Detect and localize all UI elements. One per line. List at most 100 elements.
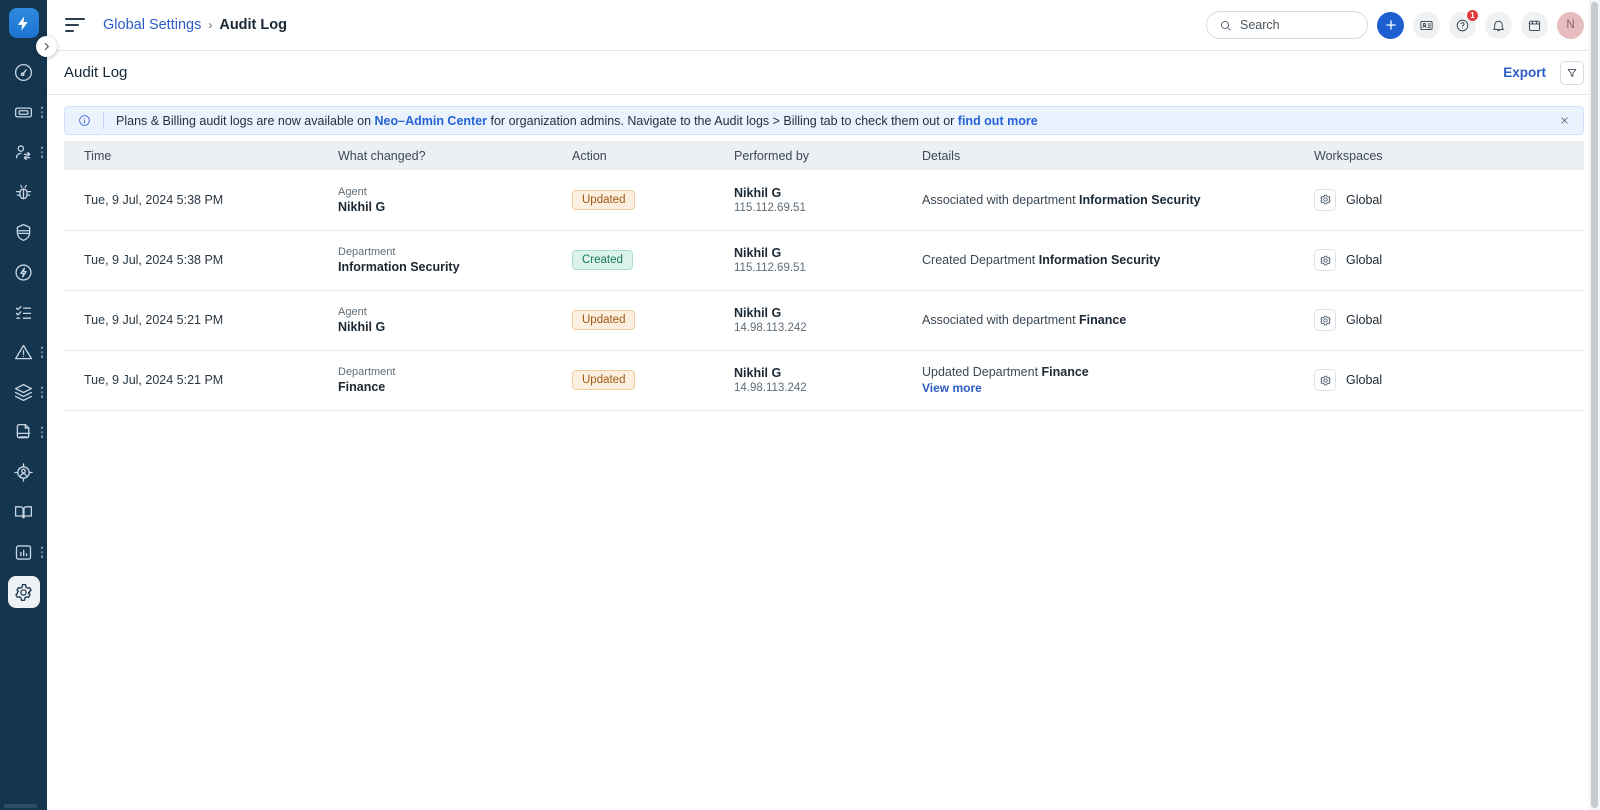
notifications-button[interactable] [1485, 11, 1512, 39]
sidebar-item-contacts[interactable] [0, 132, 47, 172]
left-sidebar [0, 0, 47, 810]
banner-find-out-more-link[interactable]: find out more [958, 114, 1038, 128]
page-content: Plans & Billing audit logs are now avail… [47, 95, 1600, 810]
sidebar-item-admin-settings[interactable] [0, 572, 47, 612]
sidebar-item-tickets[interactable] [0, 92, 47, 132]
top-bar: Global Settings › Audit Log Search 1 N [47, 0, 1600, 51]
cell-performed-by: Nikhil G 115.112.69.51 [728, 170, 916, 231]
column-header-workspaces[interactable]: Workspaces [1308, 141, 1584, 170]
cell-workspace: Global [1308, 230, 1584, 291]
sidebar-item-solutions[interactable] [0, 492, 47, 532]
page-scrollbar[interactable] [1589, 0, 1600, 810]
column-header-action[interactable]: Action [566, 141, 728, 170]
cell-details: Associated with department Information S… [916, 170, 1308, 231]
details-prefix: Created Department [922, 253, 1039, 267]
table-row[interactable]: Tue, 9 Jul, 2024 5:21 PM Agent Nikhil G … [64, 290, 1584, 351]
help-button[interactable]: 1 [1449, 8, 1479, 39]
workspace-gear-icon [1314, 249, 1336, 271]
breadcrumb: Global Settings › Audit Log [103, 17, 287, 33]
banner-close-button[interactable] [1556, 112, 1573, 129]
banner-text-1: Plans & Billing audit logs are now avail… [116, 113, 375, 128]
workspace-gear-icon [1314, 369, 1336, 391]
sidebar-item-menu[interactable] [40, 106, 43, 118]
export-button[interactable]: Export [1503, 65, 1546, 80]
bolt-circle-icon [15, 263, 32, 281]
cell-action: Created [566, 230, 728, 291]
status-badge: Updated [572, 189, 636, 210]
cell-workspace: Global [1308, 350, 1584, 411]
details-text: Updated Department Finance [922, 365, 1302, 379]
sidebar-scrollbar[interactable] [4, 804, 37, 808]
contacts-button[interactable] [1413, 11, 1440, 39]
cell-time: Tue, 9 Jul, 2024 5:21 PM [64, 290, 332, 351]
cell-time: Tue, 9 Jul, 2024 5:38 PM [64, 170, 332, 231]
app-logo[interactable] [8, 8, 39, 38]
sidebar-item-incidents[interactable] [0, 332, 47, 372]
performer-name: Nikhil G [734, 246, 782, 260]
workspace-gear-icon [1314, 188, 1336, 211]
sidebar-collapse-toggle[interactable] [36, 36, 57, 57]
alert-triangle-icon [14, 344, 33, 359]
shield-icon [16, 223, 31, 241]
status-badge: Updated [572, 370, 636, 390]
cell-details: Updated Department Finance View more [916, 350, 1308, 411]
page-header: Audit Log Export [47, 51, 1600, 95]
cell-action: Updated [566, 350, 728, 411]
dashboard-gauge-icon [14, 63, 33, 81]
contacts-switch-icon [15, 144, 31, 160]
page-scrollbar-thumb[interactable] [1591, 2, 1598, 808]
marketplace-button[interactable] [1521, 11, 1548, 39]
column-header-performed-by[interactable]: Performed by [728, 141, 916, 170]
lightning-bolt-logo [17, 15, 28, 31]
table-row[interactable]: Tue, 9 Jul, 2024 5:38 PM Agent Nikhil G … [64, 170, 1584, 231]
top-bar-actions: Search 1 N [1206, 8, 1584, 39]
sidebar-item-assets[interactable] [0, 372, 47, 412]
plus-icon [1385, 20, 1396, 30]
performer-ip: 14.98.113.242 [734, 382, 807, 394]
what-type: Agent [338, 306, 367, 318]
sidebar-item-menu[interactable] [40, 546, 43, 558]
breadcrumb-separator: › [208, 18, 213, 32]
avatar[interactable]: N [1557, 11, 1584, 39]
cell-what-changed: Department Information Security [332, 230, 566, 291]
search-input[interactable]: Search [1206, 11, 1368, 39]
cell-what-changed: Department Finance [332, 350, 566, 411]
filter-button[interactable] [1560, 60, 1584, 85]
audit-log-table: Time What changed? Action Performed by D… [64, 141, 1584, 411]
sidebar-item-menu[interactable] [40, 426, 43, 438]
sidebar-item-menu[interactable] [40, 146, 43, 158]
sidebar-item-analytics[interactable] [0, 532, 47, 572]
column-header-details[interactable]: Details [916, 141, 1308, 170]
details-text: Associated with department Information S… [922, 193, 1302, 207]
details-prefix: Updated Department [922, 365, 1042, 379]
cell-details: Associated with department Finance [916, 290, 1308, 351]
table-row[interactable]: Tue, 9 Jul, 2024 5:38 PM Department Info… [64, 230, 1584, 291]
table-row[interactable]: Tue, 9 Jul, 2024 5:21 PM Department Fina… [64, 350, 1584, 411]
search-placeholder: Search [1240, 18, 1280, 32]
info-circle-icon [78, 114, 91, 127]
sidebar-item-tasks[interactable] [0, 292, 47, 332]
sidebar-item-problems[interactable] [0, 172, 47, 212]
sidebar-item-onboarding[interactable] [0, 452, 47, 492]
sidebar-item-automations[interactable] [0, 252, 47, 292]
breadcrumb-current: Audit Log [219, 17, 287, 33]
cell-time: Tue, 9 Jul, 2024 5:21 PM [64, 350, 332, 411]
column-header-what-changed[interactable]: What changed? [332, 141, 566, 170]
view-more-link[interactable]: View more [922, 381, 982, 395]
sidebar-item-menu[interactable] [40, 386, 43, 398]
column-header-time[interactable]: Time [64, 141, 332, 170]
sidebar-item-contracts[interactable] [0, 412, 47, 452]
workspace-name: Global [1346, 253, 1383, 267]
breadcrumb-parent[interactable]: Global Settings [103, 17, 201, 33]
sidebar-item-dashboard[interactable] [0, 52, 47, 92]
sidebar-item-menu[interactable] [40, 346, 43, 358]
checklist-icon [15, 305, 32, 319]
details-strong: Finance [1079, 313, 1127, 327]
performer-name: Nikhil G [734, 306, 782, 320]
hamburger-menu-icon[interactable] [65, 17, 85, 33]
cell-performed-by: Nikhil G 115.112.69.51 [728, 230, 916, 291]
sidebar-item-security[interactable] [0, 212, 47, 252]
chevron-right-icon [44, 42, 49, 51]
filter-funnel-icon [1567, 68, 1577, 77]
new-item-button[interactable] [1377, 11, 1404, 39]
